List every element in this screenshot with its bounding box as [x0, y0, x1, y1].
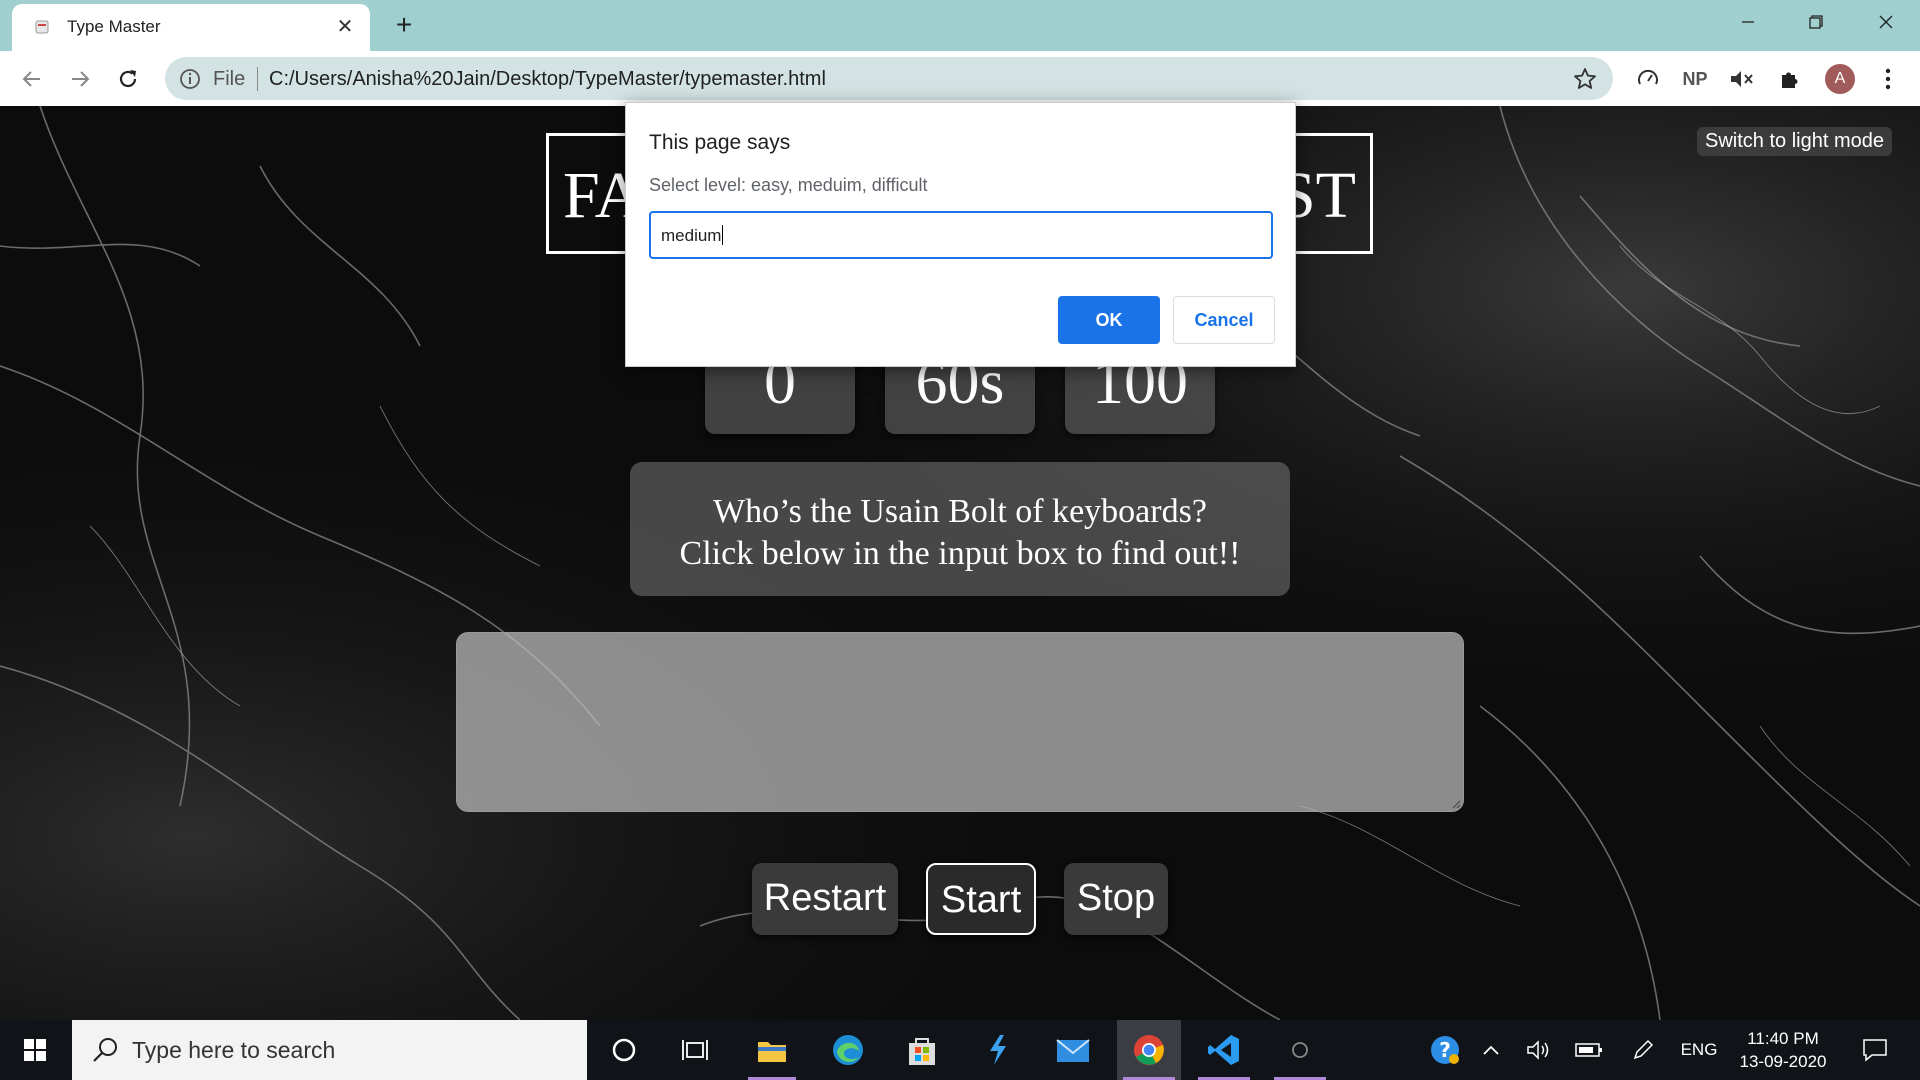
- file-scheme-label: File: [213, 68, 246, 90]
- new-tab-button[interactable]: +: [388, 10, 420, 42]
- edge-browser-app[interactable]: [818, 1020, 878, 1080]
- omnibox-divider: [257, 67, 258, 91]
- extension-mute-button[interactable]: [1727, 64, 1757, 94]
- file-explorer-app[interactable]: [742, 1020, 802, 1080]
- prompt-text-box: Who’s the Usain Bolt of keyboards? Click…: [630, 462, 1290, 596]
- speedometer-icon: [1638, 69, 1658, 85]
- close-icon: [1879, 15, 1893, 29]
- start-menu-button[interactable]: [0, 1020, 70, 1080]
- vscode-icon: [1208, 1035, 1239, 1065]
- mail-icon: [1056, 1039, 1090, 1062]
- forward-button[interactable]: [64, 63, 96, 95]
- tab-strip: Type Master ✕ +: [0, 0, 1920, 51]
- restart-button[interactable]: Restart: [752, 863, 898, 935]
- lightning-icon: [990, 1035, 1006, 1065]
- browser-tab[interactable]: Type Master ✕: [12, 4, 370, 51]
- dialog-title: This page says: [649, 131, 791, 154]
- search-icon: [93, 1038, 117, 1062]
- switch-to-light-mode-button[interactable]: Switch to light mode: [1697, 127, 1892, 156]
- arrow-right-icon: [72, 71, 90, 87]
- help-icon: ?: [1431, 1036, 1459, 1064]
- text-caret: [722, 225, 724, 245]
- store-bag-icon: [909, 1038, 935, 1065]
- info-icon[interactable]: [179, 68, 201, 90]
- battery-tray-button[interactable]: [1572, 1020, 1606, 1080]
- extension-np-button[interactable]: NP: [1680, 64, 1710, 94]
- browser-menu-button[interactable]: [1873, 64, 1903, 94]
- bookmark-star-icon[interactable]: [1573, 67, 1597, 91]
- loading-circle-icon: [1292, 1042, 1308, 1058]
- prompt-line-1: Who’s the Usain Bolt of keyboards?: [713, 493, 1207, 530]
- help-tray-icon[interactable]: ?: [1422, 1020, 1468, 1080]
- action-center-button[interactable]: [1852, 1020, 1898, 1080]
- restore-icon: [1809, 15, 1823, 29]
- minimize-icon: [1742, 21, 1754, 23]
- show-hidden-icons-button[interactable]: [1476, 1020, 1506, 1080]
- task-view-button[interactable]: [665, 1020, 725, 1080]
- pen-icon: [1633, 1039, 1654, 1060]
- visual-studio-installer-app[interactable]: [968, 1020, 1028, 1080]
- cortana-button[interactable]: [594, 1020, 654, 1080]
- url-text[interactable]: C:/Users/Anisha%20Jain/Desktop/TypeMaste…: [269, 68, 826, 91]
- dialog-message: Select level: easy, meduim, difficult: [649, 175, 928, 195]
- volume-tray-button[interactable]: [1522, 1020, 1556, 1080]
- vscode-app[interactable]: [1192, 1020, 1256, 1080]
- stop-button[interactable]: Stop: [1064, 863, 1168, 935]
- microsoft-store-app[interactable]: [892, 1020, 952, 1080]
- level-input-value: medium: [661, 226, 722, 245]
- address-bar[interactable]: File C:/Users/Anisha%20Jain/Desktop/Type…: [165, 57, 1613, 100]
- battery-icon: [1575, 1043, 1602, 1057]
- reload-icon: [119, 70, 137, 88]
- restore-button[interactable]: [1782, 0, 1850, 44]
- prompt-dialog: This page says Select level: easy, medui…: [625, 102, 1296, 367]
- cancel-button[interactable]: Cancel: [1173, 296, 1275, 344]
- notification-icon: [1863, 1039, 1887, 1062]
- chrome-icon: [1134, 1035, 1164, 1065]
- arrow-left-icon: [22, 71, 40, 87]
- search-placeholder: Type here to search: [132, 1037, 336, 1063]
- language-indicator[interactable]: ENG: [1676, 1020, 1722, 1080]
- page-favicon-icon: [35, 20, 49, 34]
- back-button[interactable]: [16, 63, 48, 95]
- chrome-app[interactable]: [1117, 1020, 1181, 1080]
- taskbar-search-box[interactable]: Type here to search: [72, 1020, 587, 1080]
- cortana-circle-icon: [612, 1038, 636, 1062]
- more-vertical-icon: [1885, 68, 1891, 90]
- pen-workspace-button[interactable]: [1626, 1020, 1660, 1080]
- reload-button[interactable]: [112, 63, 144, 95]
- level-input[interactable]: medium: [649, 211, 1273, 259]
- edge-icon: [833, 1035, 863, 1065]
- browser-toolbar: File C:/Users/Anisha%20Jain/Desktop/Type…: [0, 51, 1920, 106]
- taskbar: Type here to search ? ENG 11:40 PM 13-09…: [0, 1020, 1920, 1080]
- extensions-button[interactable]: [1775, 64, 1805, 94]
- tab-close-button[interactable]: ✕: [332, 14, 358, 40]
- ok-button[interactable]: OK: [1058, 296, 1160, 344]
- chevron-up-icon: [1483, 1045, 1499, 1055]
- profile-avatar[interactable]: A: [1825, 64, 1855, 94]
- clock[interactable]: 11:40 PM 13-09-2020: [1728, 1027, 1838, 1073]
- resize-grip-icon[interactable]: [1451, 799, 1461, 809]
- windows-logo-icon: [24, 1039, 46, 1061]
- typing-input-area[interactable]: [456, 632, 1464, 812]
- background-app[interactable]: [1268, 1020, 1332, 1080]
- speaker-icon: [1527, 1040, 1549, 1060]
- folder-icon: [758, 1042, 786, 1062]
- close-window-button[interactable]: [1852, 0, 1920, 44]
- start-button[interactable]: Start: [926, 863, 1036, 935]
- task-view-icon: [682, 1040, 708, 1060]
- extension-speed-button[interactable]: [1633, 64, 1663, 94]
- puzzle-icon: [1782, 72, 1798, 88]
- minimize-button[interactable]: [1714, 0, 1782, 44]
- clock-time: 11:40 PM: [1747, 1029, 1819, 1048]
- clock-date: 13-09-2020: [1739, 1052, 1827, 1071]
- mail-app[interactable]: [1043, 1020, 1103, 1080]
- mute-icon: [1731, 71, 1753, 87]
- prompt-line-2: Click below in the input box to find out…: [679, 535, 1241, 572]
- tab-title: Type Master: [67, 17, 161, 36]
